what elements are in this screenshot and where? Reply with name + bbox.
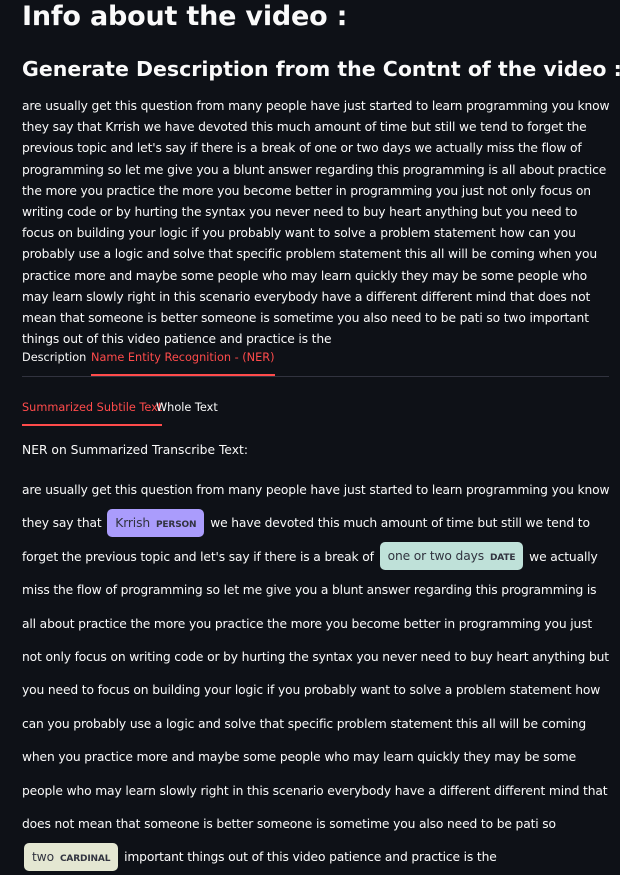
generated-description: are usually get this question from many … xyxy=(22,99,610,347)
entity-date: one or two days DATE xyxy=(379,542,524,571)
entity-label: PERSON xyxy=(155,519,197,530)
entity-text: one or two days xyxy=(387,549,485,564)
entity-label: CARDINAL xyxy=(59,853,111,864)
entity-person: Krrish PERSON xyxy=(107,508,205,537)
tab-description[interactable]: Description xyxy=(22,340,86,375)
entity-text: Krrish xyxy=(115,515,150,530)
tab-summarized-subtitle-text[interactable]: Summarized Subtile Text xyxy=(22,390,163,426)
ner-annotated-text: are usually get this question from many … xyxy=(22,474,610,875)
entity-label: DATE xyxy=(489,553,516,564)
ner-heading: NER on Summarized Transcribe Text: xyxy=(22,443,248,457)
main-tab-bar: Description Name Entity Recognition - (N… xyxy=(22,340,609,377)
sub-tab-bar: Summarized Subtile Text Whole Text xyxy=(22,390,609,426)
ner-text-segment: we actually miss the flow of programming… xyxy=(22,549,609,832)
tab-whole-text[interactable]: Whole Text xyxy=(156,390,218,425)
page-title: Info about the video : xyxy=(22,1,348,32)
entity-cardinal: two CARDINAL xyxy=(24,842,119,871)
section-heading: Generate Description from the Contnt of … xyxy=(22,57,620,81)
tab-ner[interactable]: Name Entity Recognition - (NER) xyxy=(91,340,275,376)
ner-text-segment: important things out of this video patie… xyxy=(124,850,497,865)
entity-text: two xyxy=(32,849,54,864)
